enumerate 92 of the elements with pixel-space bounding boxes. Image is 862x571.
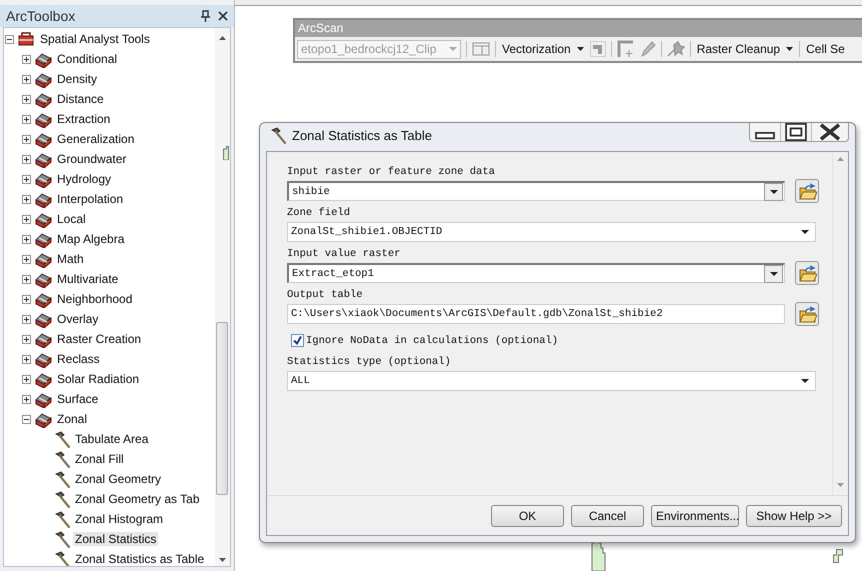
dialog-button[interactable]: Cancel (571, 505, 644, 527)
caret-icon[interactable] (770, 272, 778, 276)
field-label: Statistics type (optional) (287, 355, 452, 370)
tool-item[interactable]: Zonal Geometry (73, 472, 164, 486)
toolset-item[interactable]: Surface (55, 392, 100, 406)
plus-icon[interactable] (22, 254, 31, 264)
minus-icon[interactable] (5, 34, 14, 44)
field-label: Input raster or feature zone data (287, 165, 496, 180)
caret-icon[interactable] (801, 230, 809, 234)
toolset-item[interactable]: Hydrology (55, 172, 114, 186)
checkbox-label: Ignore NoData in calculations (optional) (306, 334, 558, 346)
checkbox[interactable] (291, 334, 304, 347)
field-label: Output table (287, 288, 364, 303)
caret-icon[interactable] (801, 379, 809, 383)
toolset-item[interactable]: Distance (55, 92, 106, 106)
caret-icon (576, 47, 584, 51)
caret-icon[interactable] (770, 190, 778, 194)
map-polygon (223, 146, 229, 160)
toolset-item[interactable]: Raster Creation (55, 332, 144, 346)
dropdown-field[interactable]: ZonalSt_shibie1.OBJECTID (287, 222, 816, 242)
dialog-button[interactable]: Environments... (651, 505, 739, 527)
toolset-item[interactable]: Interpolation (55, 192, 126, 206)
plus-icon[interactable] (22, 74, 31, 84)
plus-icon[interactable] (22, 374, 31, 384)
plus-icon[interactable] (22, 354, 31, 364)
field-label: Input value raster (287, 247, 402, 262)
field-label: Zone field (287, 206, 352, 221)
minus-icon[interactable] (22, 414, 31, 424)
toolbox-icon (17, 30, 35, 48)
toolset-item[interactable]: Map Algebra (55, 232, 126, 246)
tool-item[interactable]: Zonal Statistics (73, 532, 158, 546)
dropdown-field[interactable]: ALL (287, 371, 816, 391)
plus-icon[interactable] (22, 294, 31, 304)
tool-item[interactable]: Zonal Geometry as Tab (73, 492, 202, 506)
toolbar-menu[interactable]: Cell Se (805, 42, 846, 56)
plus-icon[interactable] (22, 94, 31, 104)
check-icon (293, 336, 302, 345)
dropdown-field[interactable]: shibie (287, 181, 785, 201)
plus-icon[interactable] (22, 194, 31, 204)
pin-icon[interactable] (201, 10, 210, 22)
input-field[interactable]: C:\Users\xiaok\Documents\ArcGIS\Default.gdb\ZonalSt_shibie2 (287, 304, 785, 324)
toolset-item[interactable]: Math (55, 252, 86, 266)
toolset-item[interactable]: Solar Radiation (55, 372, 142, 386)
tool-item[interactable]: Tabulate Area (73, 432, 150, 446)
plus-icon[interactable] (22, 274, 31, 284)
scroll-up-icon[interactable] (219, 36, 226, 40)
plus-icon[interactable] (22, 234, 31, 244)
plus-icon[interactable] (22, 114, 31, 124)
toolset-item[interactable]: Spatial Analyst Tools (38, 32, 152, 46)
panel-title: ArcToolbox (6, 8, 76, 24)
toolset-item[interactable]: Overlay (55, 312, 100, 326)
toolset-item[interactable]: Local (55, 212, 88, 226)
toolset-item[interactable]: Neighborhood (55, 292, 134, 306)
plus-icon[interactable] (22, 154, 31, 164)
tool-item[interactable]: Zonal Fill (73, 452, 126, 466)
plus-icon[interactable] (22, 54, 31, 64)
dialog-button[interactable]: Show Help >> (746, 505, 842, 527)
toolset-item[interactable]: Groundwater (55, 152, 128, 166)
plus-icon[interactable] (22, 334, 31, 344)
toolset-item[interactable]: Multivariate (55, 272, 120, 286)
close-icon[interactable] (218, 11, 228, 21)
toolset-item[interactable]: Reclass (55, 352, 102, 366)
plus-icon[interactable] (22, 394, 31, 404)
caret-icon (786, 47, 794, 51)
layer-dropdown: etopo1_bedrockcj12_Clip (297, 40, 461, 58)
toolset-item[interactable]: Zonal (55, 412, 90, 426)
tool-item[interactable]: Zonal Statistics as Table (73, 552, 206, 566)
plus-icon[interactable] (22, 314, 31, 324)
folder-icon (798, 264, 816, 282)
caret-icon (449, 47, 457, 51)
browse-button[interactable] (795, 261, 819, 285)
map-polygon (833, 549, 843, 563)
tool-item[interactable]: Zonal Histogram (73, 512, 166, 526)
toolset-item[interactable]: Density (55, 72, 100, 86)
folder-icon (798, 305, 816, 323)
plus-icon[interactable] (22, 134, 31, 144)
scrollbar-thumb[interactable] (216, 322, 228, 495)
plus-icon[interactable] (22, 174, 31, 184)
toolbar-menu[interactable]: Vectorization (501, 42, 585, 56)
toolbar-menu[interactable]: Raster Cleanup (696, 42, 794, 56)
dialog-button[interactable]: OK (491, 505, 564, 527)
plus-icon[interactable] (22, 214, 31, 224)
folder-icon (798, 182, 816, 200)
browse-button[interactable] (795, 302, 819, 326)
dialog-title: Zonal Statistics as Table (292, 128, 433, 142)
browse-button[interactable] (795, 179, 819, 203)
toolbar-title: ArcScan (298, 21, 344, 35)
toolset-item[interactable]: Generalization (55, 132, 136, 146)
toolset-item[interactable]: Conditional (55, 52, 120, 66)
toolset-item[interactable]: Extraction (55, 112, 112, 126)
dropdown-field[interactable]: Extract_etop1 (287, 263, 785, 283)
scroll-down-icon[interactable] (219, 558, 226, 562)
